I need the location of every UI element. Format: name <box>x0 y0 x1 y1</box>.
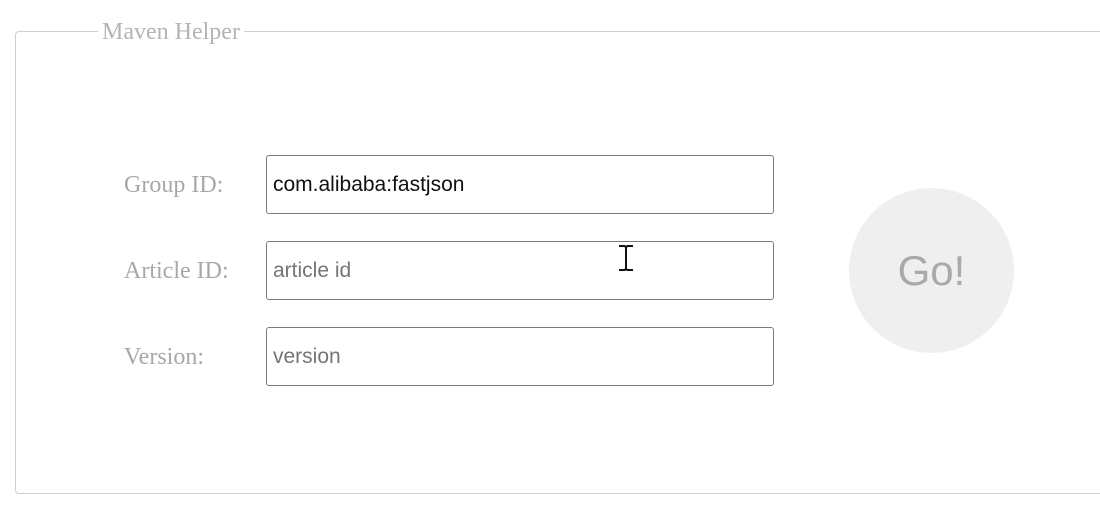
go-button[interactable]: Go! <box>849 188 1014 353</box>
article-id-label: Article ID: <box>124 258 229 284</box>
text-cursor-icon <box>619 245 633 271</box>
group-id-label: Group ID: <box>124 172 224 198</box>
version-label: Version: <box>124 344 204 370</box>
article-id-input[interactable] <box>266 241 774 300</box>
fieldset-legend: Maven Helper <box>98 18 244 46</box>
group-id-input[interactable] <box>266 155 774 214</box>
version-input[interactable] <box>266 327 774 386</box>
